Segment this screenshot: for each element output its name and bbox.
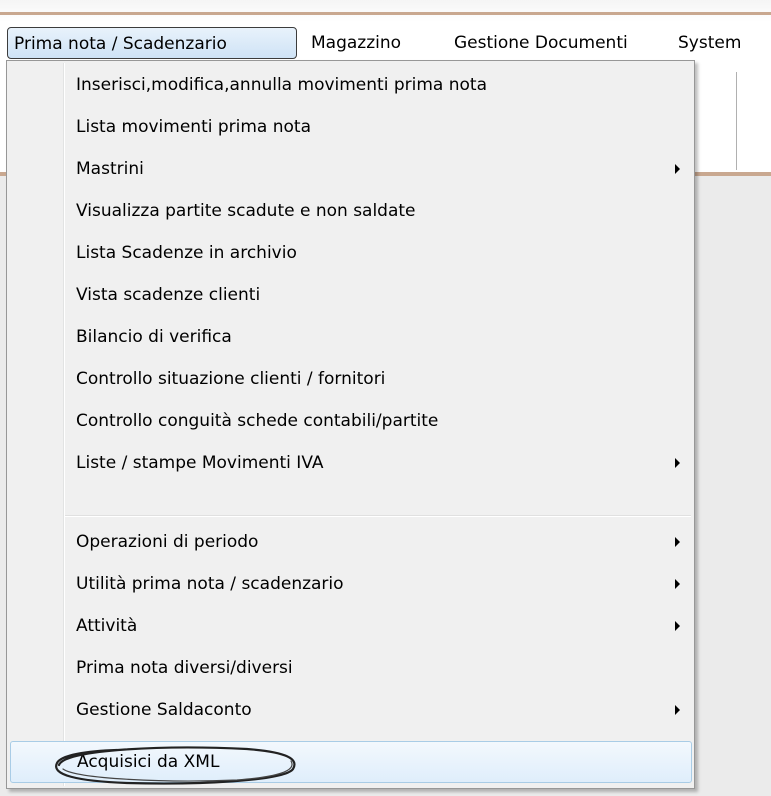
- menu-system[interactable]: System: [672, 27, 747, 59]
- menu-item-label: Mastrini: [76, 159, 144, 179]
- menu-item-controllo-situazione[interactable]: Controllo situazione clienti / fornitori: [7, 358, 694, 400]
- menu-item-label: Operazioni di periodo: [76, 532, 259, 552]
- menu-item-bilancio-verifica[interactable]: Bilancio di verifica: [7, 316, 694, 358]
- menu-item-utilita-prima-nota[interactable]: Utilità prima nota / scadenzario: [7, 563, 694, 605]
- prima-nota-dropdown-menu: Inserisci,modifica,annulla movimenti pri…: [6, 60, 695, 789]
- submenu-arrow-icon: [675, 164, 680, 174]
- menu-item-label: Gestione Saldaconto: [76, 700, 252, 720]
- menu-item-label: Visualizza partite scadute e non saldate: [76, 201, 416, 221]
- menu-item-controllo-conguita[interactable]: Controllo conguità schede contabili/part…: [7, 400, 694, 442]
- menu-item-gestione-saldaconto[interactable]: Gestione Saldaconto: [7, 689, 694, 731]
- submenu-arrow-icon: [675, 579, 680, 589]
- menu-item-lista-scadenze[interactable]: Lista Scadenze in archivio: [7, 232, 694, 274]
- menu-item-inserisci-movimenti[interactable]: Inserisci,modifica,annulla movimenti pri…: [7, 64, 694, 106]
- menu-item-vista-scadenze-clienti[interactable]: Vista scadenze clienti: [7, 274, 694, 316]
- menu-item-label: Controllo conguità schede contabili/part…: [76, 411, 439, 431]
- menu-item-operazioni-periodo[interactable]: Operazioni di periodo: [7, 521, 694, 563]
- submenu-arrow-icon: [675, 458, 680, 468]
- menu-item-diversi-diversi[interactable]: Prima nota diversi/diversi: [7, 647, 694, 689]
- menu-item-label: Utilità prima nota / scadenzario: [76, 574, 344, 594]
- menu-item-partite-scadute[interactable]: Visualizza partite scadute e non saldate: [7, 190, 694, 232]
- submenu-arrow-icon: [675, 705, 680, 715]
- submenu-arrow-icon: [675, 621, 680, 631]
- menu-item-label: Attività: [76, 616, 138, 636]
- menu-magazzino[interactable]: Magazzino: [305, 27, 407, 59]
- menu-item-label: Liste / stampe Movimenti IVA: [76, 453, 324, 473]
- menu-item-liste-stampe-iva[interactable]: Liste / stampe Movimenti IVA: [7, 442, 694, 484]
- submenu-arrow-icon: [675, 537, 680, 547]
- menu-item-label: Inserisci,modifica,annulla movimenti pri…: [76, 75, 487, 95]
- menu-item-label: Prima nota diversi/diversi: [76, 658, 293, 678]
- menu-prima-nota[interactable]: Prima nota / Scadenzario: [7, 27, 297, 59]
- hand-drawn-circle-annotation: [55, 746, 296, 785]
- menu-item-attivita[interactable]: Attività: [7, 605, 694, 647]
- menu-gestione-documenti[interactable]: Gestione Documenti: [448, 27, 634, 59]
- window-top-strip: [0, 0, 771, 22]
- window-frame-line: [0, 12, 771, 15]
- menu-item-mastrini[interactable]: Mastrini: [7, 148, 694, 190]
- menu-item-label: Lista Scadenze in archivio: [76, 243, 297, 263]
- menu-item-label: Vista scadenze clienti: [76, 285, 261, 305]
- menu-item-label: Controllo situazione clienti / fornitori: [76, 369, 386, 389]
- menu-separator: [65, 515, 691, 517]
- menu-item-label: Bilancio di verifica: [76, 327, 232, 347]
- menu-item-label: Lista movimenti prima nota: [76, 117, 312, 137]
- toolbar-separator: [736, 72, 737, 170]
- menu-item-lista-movimenti[interactable]: Lista movimenti prima nota: [7, 106, 694, 148]
